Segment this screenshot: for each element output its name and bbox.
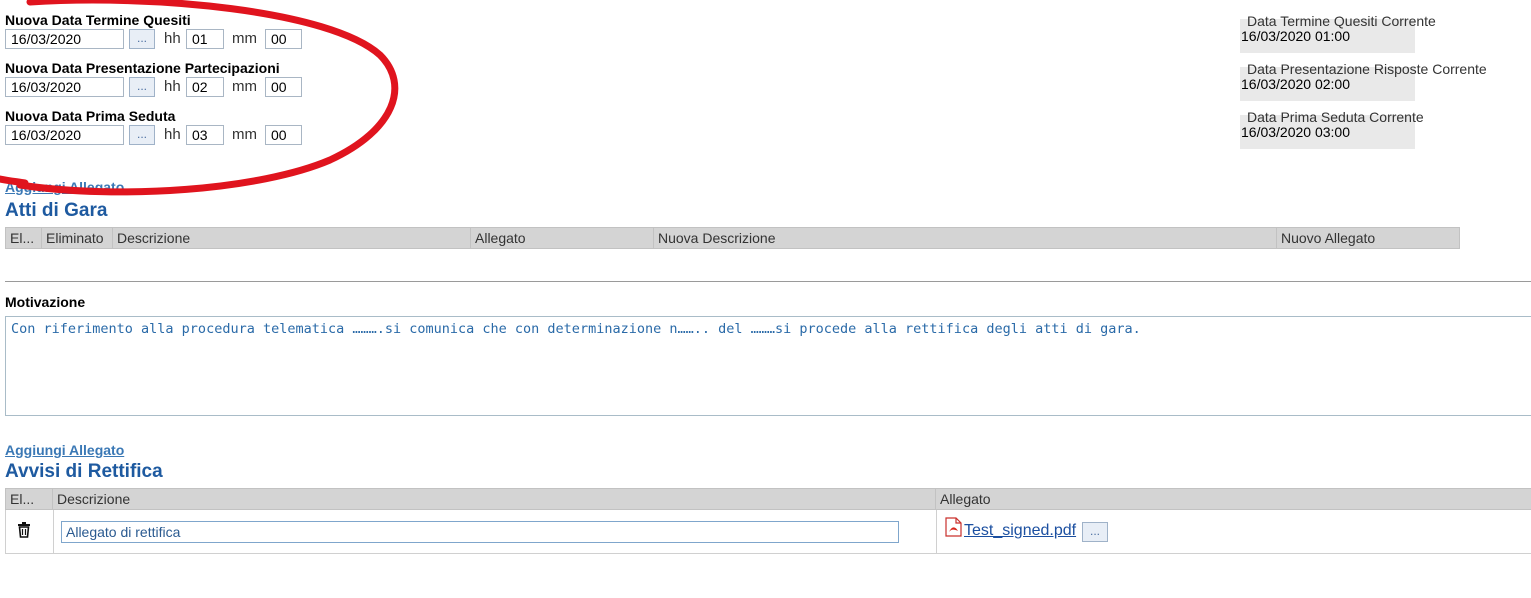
date-picker-button-prima-seduta[interactable]: ... (129, 125, 155, 145)
pdf-icon (945, 517, 962, 537)
avvisi-table-header: El... Descrizione Allegato (5, 488, 1531, 510)
hour-input-presentazione[interactable]: 02 (186, 77, 224, 97)
date-picker-button-termine-quesiti[interactable]: ... (129, 29, 155, 49)
column-header-nuovo-allegato[interactable]: Nuovo Allegato (1277, 228, 1459, 248)
date-label-presentazione: Nuova Data Presentazione Partecipazioni (5, 60, 280, 76)
trash-icon[interactable] (17, 522, 31, 538)
date-input-presentazione[interactable]: 16/03/2020 (5, 77, 124, 97)
hour-input-prima-seduta[interactable]: 03 (186, 125, 224, 145)
divider (5, 281, 1531, 282)
date-input-prima-seduta[interactable]: 16/03/2020 (5, 125, 124, 145)
atti-table-header: El... Eliminato Descrizione Allegato Nuo… (5, 227, 1460, 249)
add-attachment-link-atti[interactable]: Aggiungi Allegato (5, 179, 124, 195)
current-presentazione-value: 16/03/2020 02:00 (1241, 76, 1350, 92)
column-header-allegato[interactable]: Allegato (936, 489, 1531, 509)
mm-label: mm (232, 78, 257, 95)
minute-input-termine-quesiti[interactable]: 00 (265, 29, 302, 49)
column-header-descrizione[interactable]: Descrizione (53, 489, 936, 509)
minute-input-presentazione[interactable]: 00 (265, 77, 302, 97)
attachment-browse-button[interactable]: ... (1082, 522, 1108, 542)
section-title-atti-di-gara: Atti di Gara (5, 200, 108, 221)
column-header-nuova-descrizione[interactable]: Nuova Descrizione (654, 228, 1277, 248)
current-prima-seduta-label: Data Prima Seduta Corrente (1247, 109, 1424, 125)
section-title-avvisi-di-rettifica: Avvisi di Rettifica (5, 461, 163, 482)
date-input-termine-quesiti[interactable]: 16/03/2020 (5, 29, 124, 49)
date-label-prima-seduta: Nuova Data Prima Seduta (5, 108, 176, 124)
hh-label: hh (164, 126, 181, 143)
hour-input-termine-quesiti[interactable]: 01 (186, 29, 224, 49)
date-label-termine-quesiti: Nuova Data Termine Quesiti (5, 12, 191, 28)
motivazione-label: Motivazione (5, 294, 86, 310)
minute-input-prima-seduta[interactable]: 00 (265, 125, 302, 145)
column-header-descrizione[interactable]: Descrizione (113, 228, 471, 248)
hh-label: hh (164, 78, 181, 95)
column-header-el[interactable]: El... (6, 228, 42, 248)
attachment-file-link[interactable]: Test_signed.pdf (964, 522, 1076, 540)
mm-label: mm (232, 30, 257, 47)
descrizione-input[interactable]: Allegato di rettifica (61, 521, 899, 543)
current-presentazione-label: Data Presentazione Risposte Corrente (1247, 61, 1487, 77)
date-picker-button-presentazione[interactable]: ... (129, 77, 155, 97)
motivazione-textarea[interactable]: Con riferimento alla procedura telematic… (5, 316, 1531, 416)
cell-separator (936, 510, 937, 553)
column-header-eliminato[interactable]: Eliminato (42, 228, 113, 248)
cell-separator (53, 510, 54, 553)
current-prima-seduta-value: 16/03/2020 03:00 (1241, 124, 1350, 140)
hh-label: hh (164, 30, 181, 47)
column-header-el[interactable]: El... (6, 489, 53, 509)
current-termine-quesiti-label: Data Termine Quesiti Corrente (1247, 13, 1436, 29)
column-header-allegato[interactable]: Allegato (471, 228, 654, 248)
mm-label: mm (232, 126, 257, 143)
add-attachment-link-avvisi[interactable]: Aggiungi Allegato (5, 442, 124, 458)
current-termine-quesiti-value: 16/03/2020 01:00 (1241, 28, 1350, 44)
